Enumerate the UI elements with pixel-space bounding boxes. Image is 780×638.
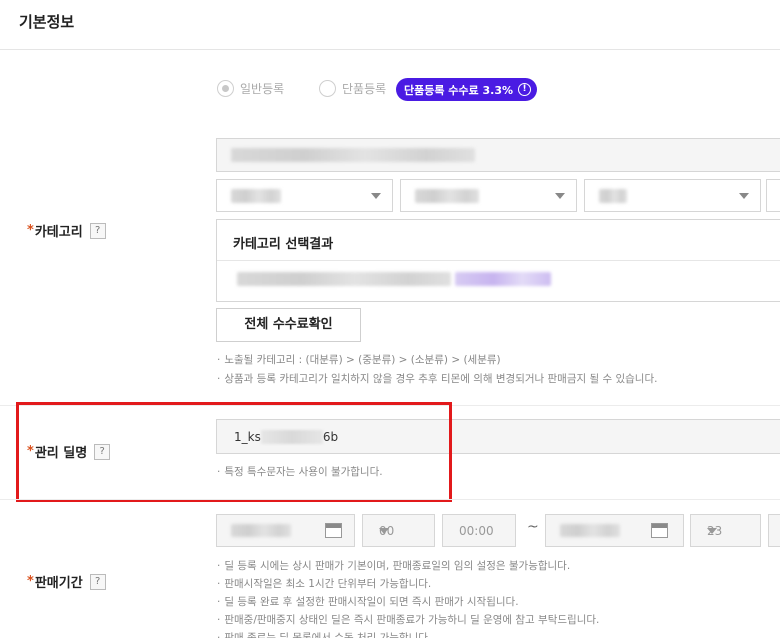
category-label: * 카테고리 ? [27,221,106,240]
row-divider [0,499,780,500]
category-select-medium[interactable] [400,179,577,212]
blurred-text [415,189,479,203]
blurred-text [237,272,451,286]
fee-check-button[interactable]: 전체 수수료확인 [216,308,361,342]
chevron-down-icon [555,193,565,199]
single-fee-badge[interactable]: 단품등록 수수료 3.3% ! [396,78,538,101]
sale-period-label: * 판매기간 ? [27,572,106,591]
radio-general[interactable]: 일반등록 [217,80,284,97]
radio-general-circle[interactable] [217,80,234,97]
sale-period-note-4: 판매중/판매중지 상태인 딜은 즉시 판매종료가 가능하니 딜 운영에 참고 부… [217,612,599,627]
category-help-icon[interactable]: ? [89,222,106,239]
required-star: * [27,574,34,589]
start-date-input[interactable] [216,514,355,547]
exclamation-circle-icon: ! [518,83,532,96]
period-separator: ~ [527,519,539,535]
chevron-down-icon [707,528,717,534]
sale-period-help-icon[interactable]: ? [89,573,106,590]
highlight-box [16,402,452,502]
sale-period-note-3: 딜 등록 완료 후 설정한 판매시작일이 되면 즉시 판매가 시작됩니다. [217,594,518,609]
sale-period-note-1: 딜 등록 시에는 상시 판매가 기본이며, 판매종료일의 임의 설정은 불가능합… [217,558,570,573]
chevron-down-icon [379,528,389,534]
calendar-icon[interactable] [651,523,668,538]
start-minute-value: 00:00 [459,524,494,538]
end-minute-input[interactable] [768,514,780,547]
category-select-small[interactable] [584,179,761,212]
blurred-text [231,148,475,162]
section-header: 기본정보 [0,0,780,50]
calendar-icon[interactable] [325,523,342,538]
blurred-text [560,524,620,537]
start-minute-input[interactable]: 00:00 [442,514,516,547]
radio-single-label: 단품등록 [342,82,387,96]
category-note-2: 상품과 등록 카테고리가 일치하지 않을 경우 추후 티몬에 의해 변경되거나 … [217,371,657,386]
blurred-highlight-text [455,272,551,286]
radio-single[interactable]: 단품등록 [319,80,386,97]
end-date-input[interactable] [545,514,684,547]
radio-single-circle[interactable] [319,80,336,97]
blurred-text [231,524,291,537]
chevron-down-icon [371,193,381,199]
sale-period-note-5: 판매 종료는 딜 목록에서 수동 처리 가능합니다. [217,630,431,638]
single-fee-badge-label: 단품등록 수수료 3.3% [404,83,514,97]
category-note-1: 노출될 카테고리 : (대분류) > (중분류) > (소분류) > (세분류) [217,352,500,367]
category-label-text: 카테고리 [34,225,83,240]
category-result-head: 카테고리 선택결과 [217,220,780,261]
radio-general-label: 일반등록 [240,82,285,96]
sale-period-note-2: 판매시작일은 최소 1시간 단위부터 가능합니다. [217,576,431,591]
end-hour-select[interactable]: 23 [690,514,761,547]
category-result-title: 카테고리 선택결과 [233,237,334,252]
category-select-detail[interactable] [766,179,780,212]
category-result-panel: 카테고리 선택결과 [216,219,780,302]
blurred-text [231,189,281,203]
required-star: * [27,223,34,238]
section-title: 기본정보 [19,13,75,31]
chevron-down-icon [739,193,749,199]
sale-period-label-text: 판매기간 [34,576,83,591]
category-search-input[interactable] [216,138,780,172]
start-hour-select[interactable]: 00 [362,514,435,547]
category-select-large[interactable] [216,179,393,212]
blurred-text [599,189,627,203]
